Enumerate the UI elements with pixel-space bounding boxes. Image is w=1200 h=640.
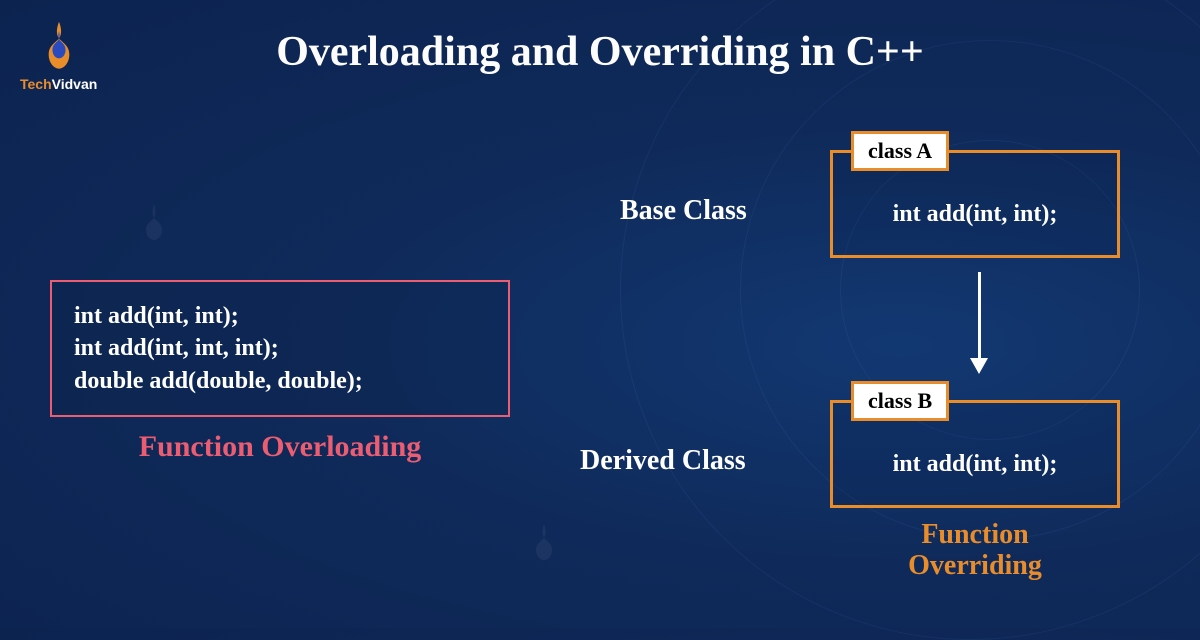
overriding-caption-line2: Overriding xyxy=(908,550,1042,581)
class-b-tab: class B xyxy=(851,381,949,421)
overloading-caption: Function Overloading xyxy=(50,430,510,464)
derived-class-label: Derived Class xyxy=(580,445,746,477)
code-line: int add(int, int, int); xyxy=(74,332,486,364)
inheritance-arrow-icon xyxy=(970,272,988,374)
overriding-caption: Function Overriding xyxy=(830,520,1120,582)
logo-text: TechVidvan xyxy=(20,76,97,92)
overloading-code-box: int add(int, int); int add(int, int, int… xyxy=(50,280,510,417)
code-line: double add(double, double); xyxy=(74,365,486,397)
class-b-box: class B int add(int, int); xyxy=(830,400,1120,508)
overriding-caption-line1: Function xyxy=(921,519,1028,550)
logo-text-part2: Vidvan xyxy=(52,76,98,92)
code-line: int add(int, int); xyxy=(74,300,486,332)
logo-text-part1: Tech xyxy=(20,76,52,92)
page-title: Overloading and Overriding in C++ xyxy=(0,28,1200,76)
class-a-box: class A int add(int, int); xyxy=(830,150,1120,258)
watermark xyxy=(520,520,568,568)
watermark xyxy=(130,200,178,248)
base-class-label: Base Class xyxy=(620,195,747,227)
class-a-tab: class A xyxy=(851,131,949,171)
